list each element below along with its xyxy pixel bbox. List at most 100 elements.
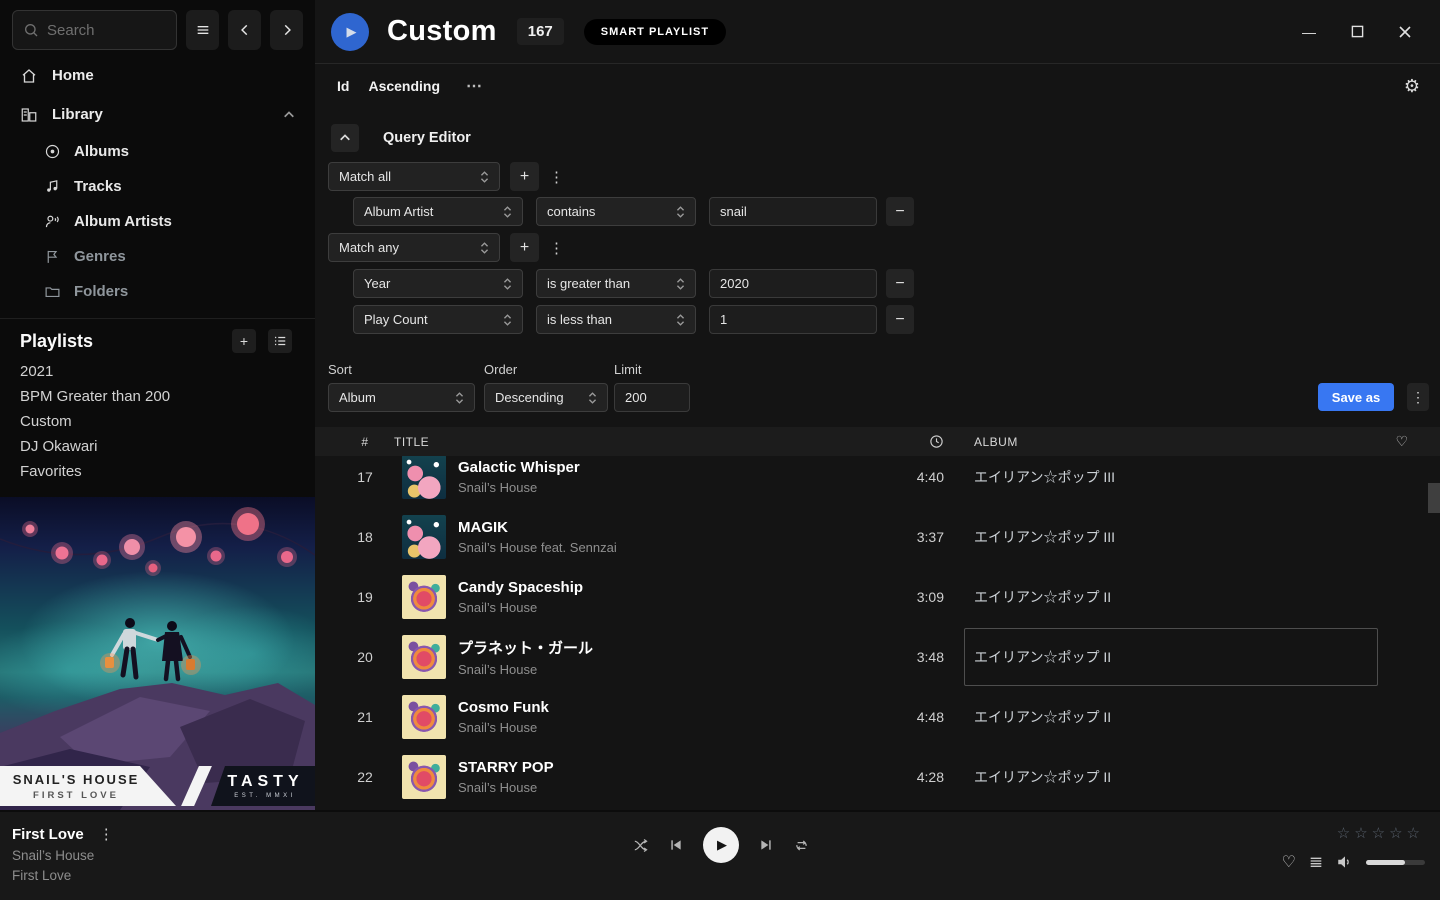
volume-slider[interactable] [1366,860,1425,865]
track-artwork [402,575,446,619]
column-album[interactable]: ALBUM [944,435,1384,449]
playlist-item-bpm[interactable]: BPM Greater than 200 [0,384,315,409]
column-favorite[interactable]: ♡ [1384,433,1420,450]
chevron-up-icon[interactable] [283,109,295,121]
rule2-value-input[interactable] [709,269,877,298]
group-menu-button-2[interactable]: ⋮ [549,239,563,257]
rule3-operator-select[interactable]: is less than [536,305,696,334]
track-album-cell[interactable]: エイリアン☆ポップ III [944,507,1384,567]
scrollbar-thumb[interactable] [1428,483,1440,513]
track-row-20[interactable]: 20 プラネット・ガール Snail’s House 3:48 エイリアン☆ポッ… [315,627,1440,687]
albums-label: Albums [74,143,129,160]
play-playlist-button[interactable]: ▶ [331,13,369,51]
sort-select[interactable]: Album [328,383,475,412]
volume-button[interactable] [1336,853,1354,871]
nav-forward-button[interactable] [270,10,303,50]
sidebar-item-tracks[interactable]: Tracks [0,169,315,204]
track-album: エイリアン☆ポップ III [974,527,1115,547]
order-label: Order [484,362,517,377]
next-track-button[interactable] [758,837,774,853]
more-options-button[interactable]: ⋯ [466,76,482,96]
playlist-item-dj-okawari[interactable]: DJ Okawari [0,434,315,459]
add-rule-button-1[interactable]: + [510,162,539,191]
menu-button[interactable] [186,10,219,50]
collapse-query-editor-button[interactable] [331,124,359,152]
track-number: 17 [340,469,390,485]
gear-icon[interactable]: ⚙ [1404,76,1420,97]
repeat-button[interactable] [793,837,810,854]
save-as-button[interactable]: Save as [1318,383,1394,411]
queue-button[interactable] [1308,854,1324,870]
column-number[interactable]: # [340,435,390,449]
match-type-select-2[interactable]: Match any [328,233,500,262]
track-row-21[interactable]: 21 Cosmo Funk Snail’s House 4:48 エイリアン☆ポ… [315,687,1440,747]
previous-track-button[interactable] [668,837,684,853]
add-playlist-button[interactable]: + [232,329,256,353]
track-row-18[interactable]: 18 MAGIK Snail’s House feat. Sennzai 3:3… [315,507,1440,567]
artwork-banner-left: SNAIL'S HOUSE FIRST LOVE [0,766,185,806]
search-input[interactable] [47,22,166,39]
sort-field-button[interactable]: Id [337,78,349,94]
shuffle-button[interactable] [632,837,649,854]
artwork-label-block: TASTY EST. MMXI [211,766,315,806]
sort-order-button[interactable]: Ascending [368,78,440,94]
save-menu-button[interactable]: ⋮ [1407,383,1429,411]
rule2-field-select[interactable]: Year [353,269,523,298]
sidebar-item-library[interactable]: Library [0,95,315,134]
sidebar-item-folders[interactable]: Folders [0,274,315,309]
sidebar-item-home[interactable]: Home [0,56,315,95]
track-duration: 4:28 [864,769,944,785]
rule2-operator-select[interactable]: is greater than [536,269,696,298]
column-duration[interactable] [864,434,944,449]
rating-stars[interactable]: ☆☆☆☆☆ [1337,824,1424,842]
folder-icon [44,283,61,300]
rule1-field-select[interactable]: Album Artist [353,197,523,226]
heart-icon: ♡ [1395,433,1408,449]
sidebar-item-genres[interactable]: Genres [0,239,315,274]
track-album-cell-focused[interactable]: エイリアン☆ポップ II [944,627,1384,687]
track-row-22[interactable]: 22 STARRY POP Snail’s House 4:28 エイリアン☆ポ… [315,747,1440,807]
rule3-value-input[interactable] [709,305,877,334]
rule2-remove-button[interactable]: − [886,269,914,298]
playlists-header: Playlists + [0,327,315,355]
query-rule-1: Album Artist contains − [353,197,914,226]
playlist-list-button[interactable] [268,329,292,353]
add-rule-button-2[interactable]: + [510,233,539,262]
rule1-value-input[interactable] [709,197,877,226]
track-album-cell[interactable]: エイリアン☆ポップ II [944,747,1384,807]
track-title: MAGIK [458,519,864,536]
minimize-button[interactable]: — [1298,21,1320,43]
artist-icon [44,213,61,230]
maximize-button[interactable] [1346,21,1368,43]
group-menu-button-1[interactable]: ⋮ [549,168,563,186]
rule3-remove-button[interactable]: − [886,305,914,334]
rule1-remove-button[interactable]: − [886,197,914,226]
nav-back-button[interactable] [228,10,261,50]
limit-input[interactable] [614,383,690,412]
favorite-button[interactable]: ♡ [1282,852,1296,872]
column-title[interactable]: TITLE [394,435,864,449]
sidebar-item-albums[interactable]: Albums [0,134,315,169]
playlist-item-2021[interactable]: 2021 [0,359,315,384]
rule1-operator-select[interactable]: contains [536,197,696,226]
track-album-cell[interactable]: エイリアン☆ポップ II [944,687,1384,747]
track-duration: 3:09 [864,589,944,605]
match-type-select-1[interactable]: Match all [328,162,500,191]
select-caret-icon [676,205,685,219]
track-title: Candy Spaceship [458,579,864,596]
track-row-17[interactable]: 17 Galactic Whisper Snail’s House 4:40 エ… [315,456,1440,507]
playlist-item-favorites[interactable]: Favorites [0,459,315,484]
playlist-item-custom[interactable]: Custom [0,409,315,434]
now-playing-menu-button[interactable]: ⋮ [99,825,113,843]
close-button[interactable] [1394,21,1416,43]
search-box[interactable] [12,10,177,50]
sidebar-nav: Home Library Albums Tracks Album Artists [0,56,315,309]
rule3-field-select[interactable]: Play Count [353,305,523,334]
track-album-cell[interactable]: エイリアン☆ポップ III [944,456,1384,507]
track-row-19[interactable]: 19 Candy Spaceship Snail’s House 3:09 エイ… [315,567,1440,627]
previous-icon [668,837,684,853]
play-pause-button[interactable]: ▶ [703,827,739,863]
sidebar-item-album-artists[interactable]: Album Artists [0,204,315,239]
order-select[interactable]: Descending [484,383,608,412]
track-album-cell[interactable]: エイリアン☆ポップ II [944,567,1384,627]
